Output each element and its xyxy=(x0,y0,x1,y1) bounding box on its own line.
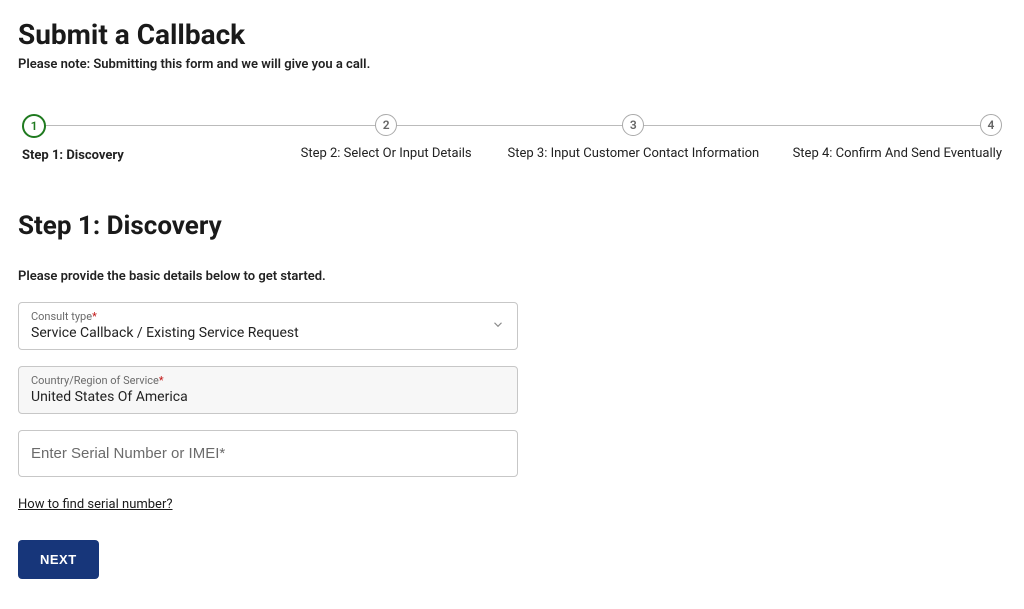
find-serial-link[interactable]: How to find serial number? xyxy=(18,497,173,512)
chevron-down-icon xyxy=(491,317,505,336)
step-3-circle: 3 xyxy=(622,114,644,136)
next-button[interactable]: NEXT xyxy=(18,540,99,579)
section-intro: Please provide the basic details below t… xyxy=(18,269,1006,284)
step-2-circle: 2 xyxy=(375,114,397,136)
step-2-label: Step 2: Select Or Input Details xyxy=(301,146,472,161)
page-title: Submit a Callback xyxy=(18,18,1006,51)
serial-input[interactable] xyxy=(19,431,517,476)
step-1-label: Step 1: Discovery xyxy=(22,148,124,163)
step-4-circle: 4 xyxy=(980,114,1002,136)
serial-field[interactable] xyxy=(18,430,518,477)
step-4[interactable]: 4 Step 4: Confirm And Send Eventually xyxy=(759,114,1002,163)
step-3[interactable]: 3 Step 3: Input Customer Contact Informa… xyxy=(508,114,760,163)
step-4-label: Step 4: Confirm And Send Eventually xyxy=(793,146,1002,161)
consult-type-label: Consult type* xyxy=(31,310,505,323)
consult-type-value: Service Callback / Existing Service Requ… xyxy=(31,325,505,341)
country-label: Country/Region of Service* xyxy=(31,374,505,387)
country-field[interactable]: Country/Region of Service* United States… xyxy=(18,366,518,414)
consult-type-select[interactable]: Consult type* Service Callback / Existin… xyxy=(18,302,518,350)
step-1[interactable]: 1 Step 1: Discovery xyxy=(22,114,265,163)
page-note: Please note: Submitting this form and we… xyxy=(18,57,1006,72)
section-title: Step 1: Discovery xyxy=(18,211,1006,241)
step-1-circle: 1 xyxy=(22,114,46,138)
country-value: United States Of America xyxy=(31,389,505,405)
step-3-label: Step 3: Input Customer Contact Informati… xyxy=(508,146,760,161)
step-2[interactable]: 2 Step 2: Select Or Input Details xyxy=(265,114,508,163)
progress-stepper: 1 Step 1: Discovery 2 Step 2: Select Or … xyxy=(18,114,1006,163)
